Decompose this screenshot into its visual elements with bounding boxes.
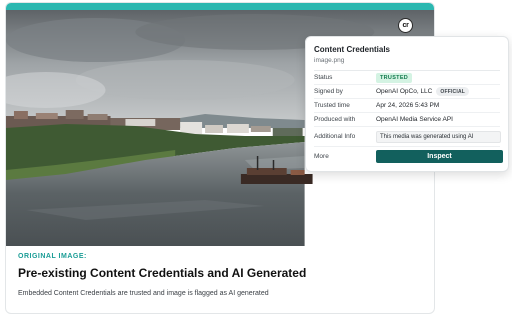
signed-by-row: Signed by OpenAI OpCo, LLC OFFICIAL: [314, 85, 500, 99]
produced-with-value: OpenAI Media Service API: [376, 116, 453, 123]
status-label: Status: [314, 74, 333, 81]
panel-filename: image.png: [314, 57, 345, 64]
more-row: More Inspect: [314, 147, 503, 165]
card-accent-bar: [6, 3, 434, 10]
official-badge: OFFICIAL: [436, 87, 470, 96]
card-description: Embedded Content Credentials are trusted…: [18, 290, 269, 297]
card-title: Pre-existing Content Credentials and AI …: [18, 266, 307, 280]
status-row: Status TRUSTED: [314, 71, 500, 85]
trusted-time-row: Trusted time Apr 24, 2026 5:43 PM: [314, 99, 500, 113]
cr-icon[interactable]: cr: [398, 18, 413, 33]
additional-info-field: This media was generated using AI: [376, 130, 501, 143]
signed-by-value: OpenAI OpCo, LLC: [376, 88, 433, 95]
status-badge: TRUSTED: [376, 72, 413, 83]
produced-with-row: Produced with OpenAI Media Service API: [314, 113, 500, 127]
trusted-time-value: Apr 24, 2026 5:43 PM: [376, 102, 440, 109]
trusted-time-label: Trusted time: [314, 102, 350, 109]
produced-with-label: Produced with: [314, 116, 356, 123]
panel-title: Content Credentials: [314, 45, 391, 54]
signed-by-label: Signed by: [314, 88, 343, 95]
more-label: More: [314, 152, 329, 160]
inspect-button[interactable]: Inspect: [376, 149, 503, 163]
content-credentials-panel: Content Credentials image.png Status TRU…: [305, 36, 509, 172]
image-label: ORIGINAL IMAGE:: [18, 253, 87, 260]
card-body: ORIGINAL IMAGE: Pre-existing Content Cre…: [18, 253, 422, 297]
additional-info-row: Additional Info This media was generated…: [314, 127, 501, 147]
additional-info-label: Additional Info: [314, 133, 356, 140]
